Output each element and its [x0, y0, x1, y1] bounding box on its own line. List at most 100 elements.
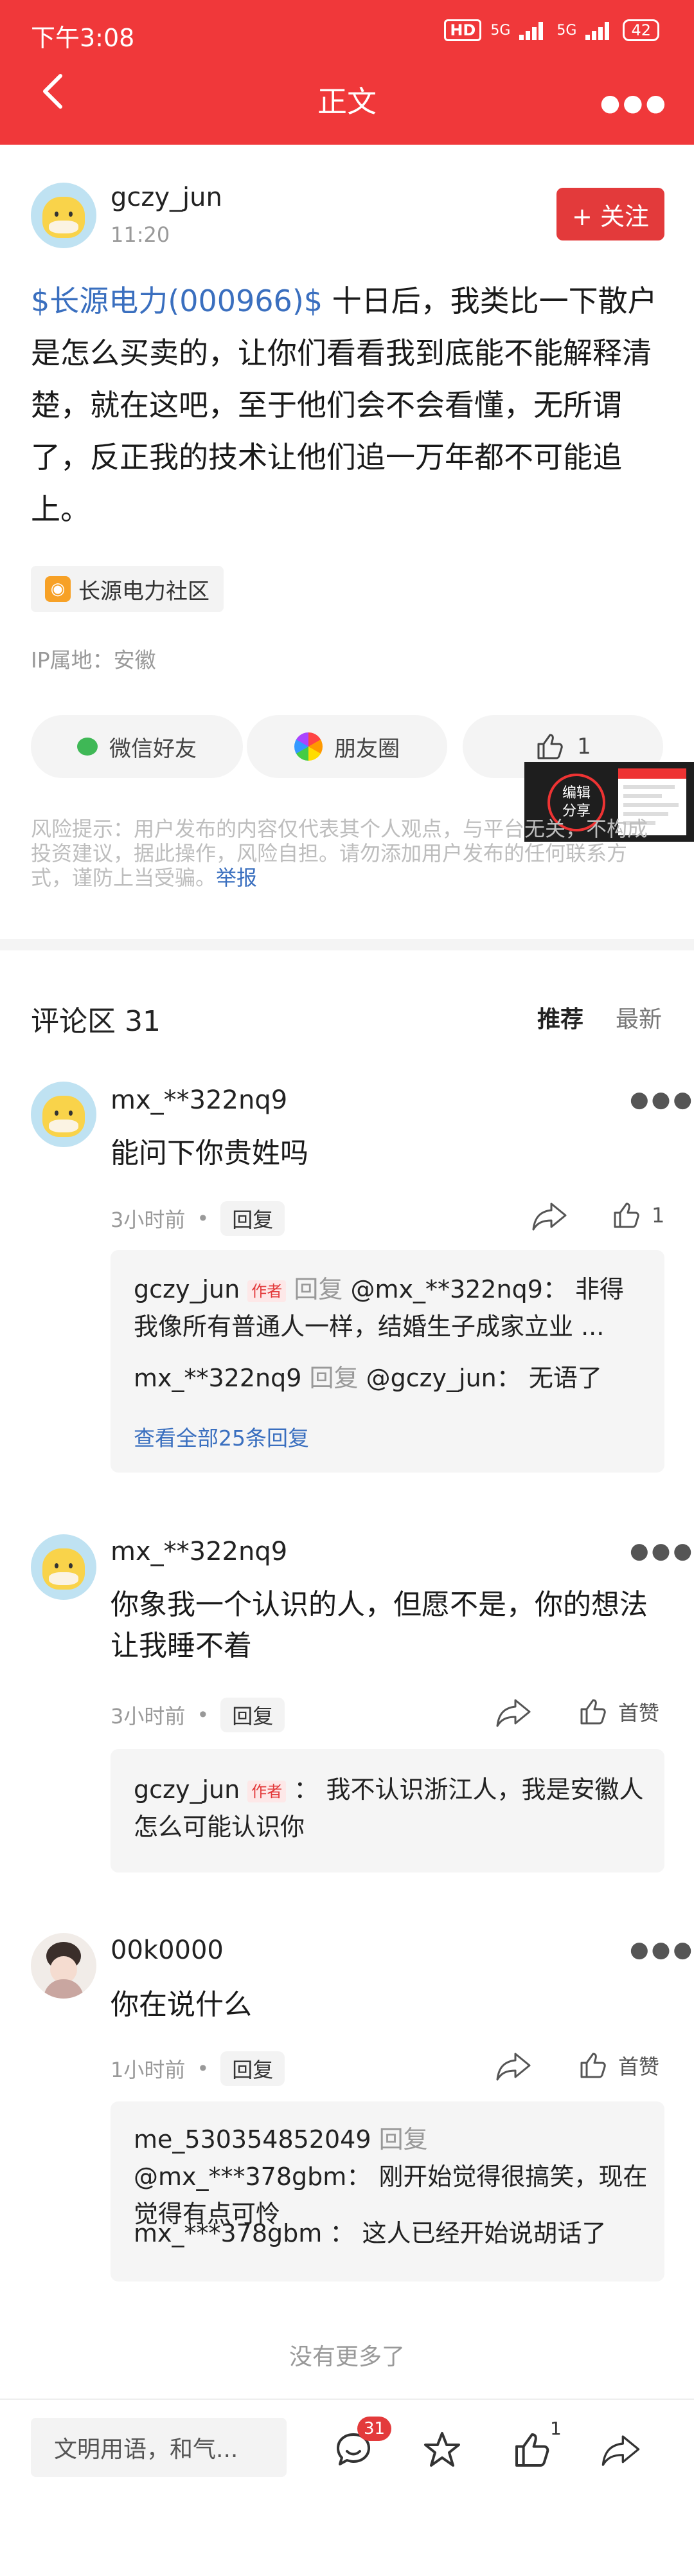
reply-box: me_530354852049 回复 @mx_***378gbm： 刚开始觉得很…: [111, 2101, 664, 2281]
comment-text: 你在说什么: [111, 1988, 252, 2021]
post-content: $长源电力(000966)$ 十日后，我类比一下散户是怎么买卖的，让你们看看我到…: [31, 275, 667, 536]
reply-author[interactable]: mx_***378gbm: [134, 2219, 322, 2247]
post-time: 11:20: [111, 222, 170, 247]
author-badge: 作者: [247, 1780, 287, 1802]
share-wechat-button[interactable]: 微信好友: [31, 715, 243, 778]
share-moments-label: 朋友圈: [334, 736, 400, 762]
reply-author[interactable]: gczy_jun: [134, 1775, 240, 1804]
reply-text: 无语了: [520, 1364, 602, 1392]
no-more-label: 没有更多了: [289, 2344, 405, 2370]
comment-author[interactable]: mx_**322nq9: [111, 1537, 287, 1566]
signal-icon-2: [585, 21, 614, 40]
report-link[interactable]: 举报: [216, 866, 257, 890]
risk-notice: 风险提示：用户发布的内容仅代表其个人观点，与平台无关，不构成投资建议，据此操作，…: [31, 817, 667, 890]
comment-avatar[interactable]: [31, 1534, 96, 1600]
share-moments-button[interactable]: 朋友圈: [247, 715, 447, 778]
comment-like-button[interactable]: 1: [610, 1200, 664, 1231]
reply-text: ： 这人已经开始说胡话了: [322, 2219, 607, 2247]
status-icons: HD 5G 5G 42: [444, 19, 659, 41]
risk-text: 风险提示：用户发布的内容仅代表其个人观点，与平台无关，不构成投资建议，据此操作，…: [31, 817, 648, 890]
comment-avatar[interactable]: [31, 1082, 96, 1147]
reply-line[interactable]: gczy_jun 作者 ： 我不认识浙江人，我是安徽人怎么可能认识你: [134, 1771, 648, 1846]
post-author-name[interactable]: gczy_jun: [111, 183, 222, 212]
thumbs-up-icon: [580, 1699, 606, 1725]
comment-meta: 3小时前 • 回复: [111, 1201, 285, 1236]
reply-author[interactable]: mx_**322nq9: [134, 1364, 301, 1392]
comment-text: 你象我一个认识的人，但愿不是，你的想法让我睡不着: [111, 1588, 648, 1662]
community-label: 长源电力社区: [78, 578, 209, 604]
ip-location: IP属地：安徽: [31, 648, 156, 673]
comment-more-icon[interactable]: ●●●: [630, 1087, 694, 1112]
comment-time: 3小时前: [111, 1704, 186, 1728]
signal-icon: [519, 21, 547, 40]
reply-box: gczy_jun 作者 ： 我不认识浙江人，我是安徽人怎么可能认识你: [111, 1749, 664, 1873]
thumbs-up-icon: [614, 1202, 639, 1228]
network-5g-label-2: 5G: [556, 22, 577, 39]
comment-share-icon[interactable]: [531, 1200, 568, 1232]
comment-meta: 3小时前 • 回复: [111, 1698, 285, 1732]
comment-avatar[interactable]: [31, 1933, 96, 1999]
status-time: 下午3:08: [31, 24, 135, 52]
comment-more-icon[interactable]: ●●●: [630, 1538, 694, 1564]
wechat-icon: [77, 738, 98, 756]
section-divider: [0, 939, 694, 950]
page-title: 正文: [317, 84, 377, 119]
thumbs-up-icon: [580, 2053, 606, 2078]
reply-box: gczy_jun 作者 回复 @mx_**322nq9： 非得我像所有普通人一样…: [111, 1250, 664, 1473]
community-icon: ◉: [45, 576, 71, 602]
comment-author[interactable]: 00k0000: [111, 1936, 224, 1965]
network-5g-label: 5G: [490, 22, 511, 39]
comment-count-badge: 31: [357, 2417, 392, 2441]
comment-share-icon[interactable]: [495, 2050, 532, 2082]
comment-share-icon[interactable]: [495, 1696, 532, 1728]
sort-latest-tab[interactable]: 最新: [616, 1001, 662, 1034]
comment-meta: 1小时前 • 回复: [111, 2051, 285, 2086]
comment-reply-button[interactable]: 回复: [220, 1201, 285, 1236]
comment-input[interactable]: 文明用语，和气...: [31, 2418, 287, 2477]
comment-reply-button[interactable]: 回复: [220, 1698, 285, 1732]
author-badge: 作者: [247, 1280, 287, 1302]
star-icon[interactable]: [422, 2429, 463, 2471]
reply-line[interactable]: gczy_jun 作者 回复 @mx_**322nq9： 非得我像所有普通人一样…: [134, 1271, 648, 1345]
comment-like-count: 首赞: [618, 1701, 660, 1725]
reply-author[interactable]: me_530354852049: [134, 2125, 371, 2154]
comment-more-icon[interactable]: ●●●: [630, 1937, 694, 1963]
comment-like-count: 首赞: [618, 2054, 660, 2079]
more-options-icon[interactable]: ●●●: [600, 90, 668, 116]
bottom-like-count: 1: [550, 2418, 562, 2439]
comment-author[interactable]: mx_**322nq9: [111, 1085, 287, 1115]
thumbs-up-icon[interactable]: [512, 2429, 553, 2471]
thumbs-up-icon: [537, 734, 563, 759]
comment-like-button[interactable]: 首赞: [577, 2050, 659, 2081]
comment-text: 能问下你贵姓吗: [111, 1137, 308, 1170]
top-bar: 下午3:08 HD 5G 5G 42 正文 ●●●: [0, 0, 694, 145]
reply-target[interactable]: @mx_***378gbm：: [134, 2163, 371, 2191]
reply-word: 回复: [301, 1364, 366, 1392]
stock-link[interactable]: $长源电力(000966)$: [31, 284, 323, 318]
community-tag[interactable]: ◉ 长源电力社区: [31, 566, 224, 612]
bottom-action-bar: 文明用语，和气... 31 1: [0, 2399, 694, 2576]
view-all-replies-link[interactable]: 查看全部25条回复: [134, 1421, 309, 1452]
share-icon[interactable]: [600, 2429, 641, 2471]
comment-like-count: 1: [652, 1203, 665, 1228]
comment-like-button[interactable]: 首赞: [577, 1696, 659, 1727]
follow-button[interactable]: + 关注: [556, 188, 664, 240]
battery-icon: 42: [623, 19, 659, 41]
moments-icon: [294, 732, 323, 761]
comments-title: 评论区 31: [31, 1005, 161, 1038]
reply-author[interactable]: gczy_jun: [134, 1275, 240, 1303]
sort-recommend-tab[interactable]: 推荐: [537, 1001, 583, 1034]
comment-time: 3小时前: [111, 1208, 186, 1232]
post-body: 十日后，我类比一下散户是怎么买卖的，让你们看看我到底能不能解释清楚，就在这吧，至…: [31, 284, 657, 527]
reply-line[interactable]: mx_***378gbm ： 这人已经开始说胡话了: [134, 2215, 648, 2252]
reply-target[interactable]: @mx_**322nq9：: [350, 1275, 567, 1303]
author-avatar[interactable]: [31, 183, 96, 248]
comment-time: 1小时前: [111, 2058, 186, 2082]
reply-target[interactable]: @gczy_jun：: [366, 1364, 521, 1392]
reply-word: 回复: [371, 2125, 428, 2154]
share-wechat-label: 微信好友: [109, 736, 197, 762]
hd-icon: HD: [444, 19, 482, 41]
reply-line[interactable]: mx_**322nq9 回复 @gczy_jun： 无语了: [134, 1359, 648, 1397]
post-like-count: 1: [577, 734, 591, 759]
comment-reply-button[interactable]: 回复: [220, 2051, 285, 2086]
